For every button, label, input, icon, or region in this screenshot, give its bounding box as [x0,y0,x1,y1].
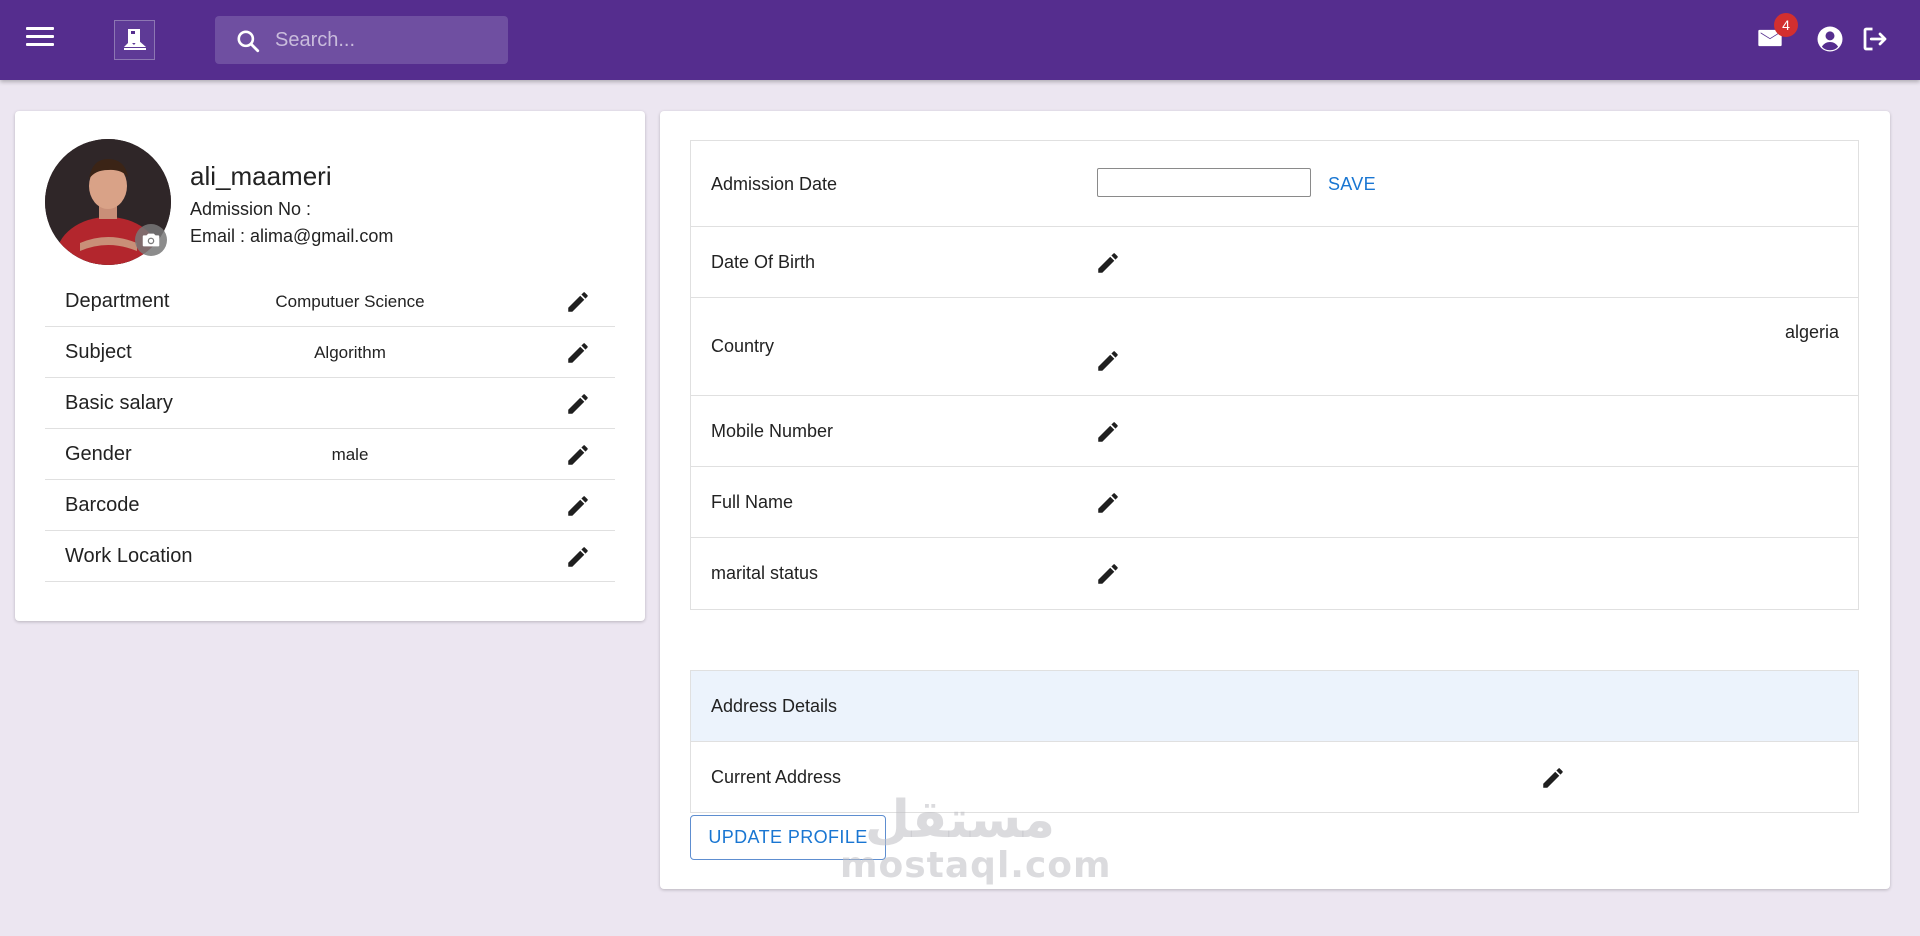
table-row: Country algeria [691,298,1858,396]
edit-icon[interactable] [1095,250,1121,276]
details-table: Admission Date SAVE Date Of Birth Countr… [690,140,1859,610]
profile-card: ali_maameri Admission No : Email : alima… [15,111,645,621]
menu-icon[interactable] [26,27,54,53]
watermark-arabic: مستقل [864,790,1056,850]
edit-icon[interactable] [565,493,591,519]
app-header: 4 [0,0,1920,80]
field-label: Date Of Birth [711,252,816,272]
camera-icon[interactable] [135,224,167,256]
edit-icon[interactable] [565,289,591,315]
field-label: Work Location [65,545,193,567]
username: ali_maameri [190,161,332,191]
field-label: Gender [65,443,132,465]
field-label: Country [711,336,775,356]
admission-no: Admission No : [190,199,312,219]
table-row: Gender male [45,429,615,480]
field-label: Barcode [65,494,140,516]
search-input[interactable] [275,16,500,64]
edit-icon[interactable] [565,391,591,417]
edit-icon[interactable] [565,544,591,570]
admission-date-label: Admission Date [711,174,838,194]
field-label: Department [65,290,170,312]
edit-icon[interactable] [1095,348,1121,374]
table-row: Department Computuer Science [45,276,615,327]
table-row: Full Name [691,467,1858,538]
account-icon[interactable] [1815,24,1845,54]
field-label: Basic salary [65,392,173,414]
details-card: Admission Date SAVE Date Of Birth Countr… [660,111,1890,889]
address-header: Address Details [691,671,1858,742]
field-label: marital status [711,563,819,583]
table-row: Date Of Birth [691,227,1858,298]
current-address-label: Current Address [711,767,842,787]
edit-icon[interactable] [1095,490,1121,516]
table-row: Admission Date SAVE [691,141,1858,227]
edit-icon[interactable] [1095,561,1121,587]
field-label: Full Name [711,492,794,512]
save-button[interactable]: SAVE [1328,174,1376,195]
edit-icon[interactable] [565,442,591,468]
field-label: Mobile Number [711,421,834,441]
table-row: Work Location [45,531,615,582]
search-box[interactable] [215,16,508,64]
email: Email : alima@gmail.com [190,226,394,246]
edit-icon[interactable] [565,340,591,366]
field-value: Computuer Science [275,292,425,311]
country-value: algeria [1784,322,1839,342]
field-value: Algorithm [314,343,386,362]
watermark-text: mostaql.com [840,845,1112,886]
table-row: Barcode [45,480,615,531]
admission-date-input[interactable] [1097,168,1311,197]
table-row: marital status [691,538,1858,609]
table-row: Basic salary [45,378,615,429]
logo-icon[interactable] [114,20,155,60]
table-row: Mobile Number [691,396,1858,467]
field-value: male [331,445,369,464]
edit-icon[interactable] [1095,419,1121,445]
table-row: Subject Algorithm [45,327,615,378]
profile-fields-table: Department Computuer Science Subject Alg… [45,276,615,582]
logout-icon[interactable] [1860,24,1890,54]
search-icon [237,30,260,53]
notification-badge: 4 [1774,13,1798,37]
field-label: Subject [65,341,132,363]
address-heading: Address Details [711,696,838,716]
edit-icon[interactable] [1540,765,1566,791]
